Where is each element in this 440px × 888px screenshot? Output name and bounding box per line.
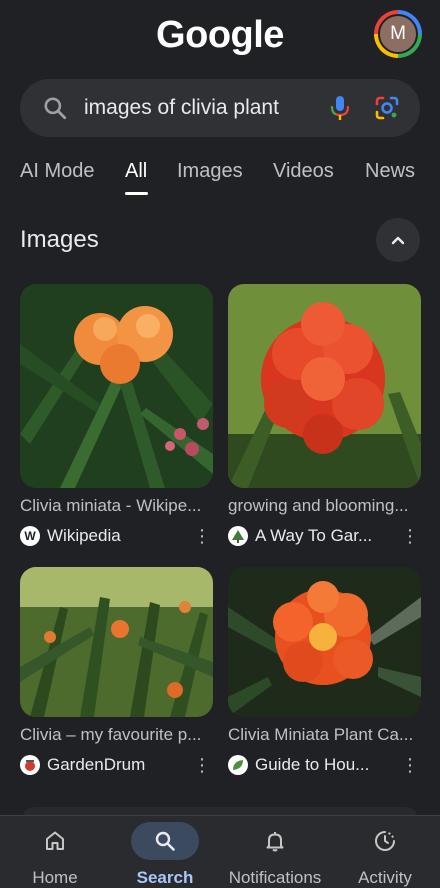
search-input[interactable]: images of clivia plant bbox=[84, 96, 328, 120]
more-options-icon[interactable]: ⋮ bbox=[193, 527, 211, 545]
nav-search[interactable]: Search bbox=[110, 816, 220, 888]
result-source-row: GardenDrum ⋮ bbox=[20, 753, 213, 777]
image-thumbnail[interactable] bbox=[228, 284, 421, 488]
mic-icon[interactable] bbox=[328, 94, 352, 122]
top-bar: Google M bbox=[0, 0, 440, 76]
result-source[interactable]: A Way To Gar... bbox=[255, 526, 401, 546]
nav-label: Activity bbox=[358, 868, 412, 887]
nav-home[interactable]: Home bbox=[0, 816, 110, 888]
result-source[interactable]: GardenDrum bbox=[47, 755, 193, 775]
activity-icon bbox=[375, 831, 395, 851]
tree-favicon-icon bbox=[228, 526, 248, 546]
nav-notifications[interactable]: Notifications bbox=[220, 816, 330, 888]
bell-icon bbox=[266, 832, 284, 852]
collapse-section-button[interactable] bbox=[376, 218, 420, 262]
gardendrum-favicon-icon bbox=[20, 755, 40, 775]
bottom-navigation: Home Search Notifications Activity bbox=[0, 815, 440, 888]
tab-news[interactable]: News bbox=[365, 160, 415, 183]
image-thumbnail[interactable] bbox=[20, 567, 213, 717]
google-lens-icon[interactable] bbox=[374, 95, 400, 121]
result-caption[interactable]: growing and blooming... bbox=[228, 496, 416, 516]
search-tabs: AI Mode All Images Videos News bbox=[0, 156, 440, 200]
more-options-icon[interactable]: ⋮ bbox=[401, 756, 419, 774]
active-tab-indicator bbox=[125, 192, 148, 195]
account-button[interactable]: M bbox=[374, 10, 422, 58]
result-caption[interactable]: Clivia – my favourite p... bbox=[20, 725, 208, 745]
tab-images[interactable]: Images bbox=[177, 160, 243, 183]
result-source-row: A Way To Gar... ⋮ bbox=[228, 524, 421, 548]
result-source[interactable]: Wikipedia bbox=[47, 526, 193, 546]
result-source[interactable]: Guide to Hou... bbox=[255, 755, 401, 775]
image-thumbnail[interactable] bbox=[228, 567, 421, 717]
home-icon bbox=[46, 831, 64, 850]
leaf-favicon-icon bbox=[228, 755, 248, 775]
nav-label: Home bbox=[32, 868, 78, 887]
nav-activity[interactable]: Activity bbox=[330, 816, 440, 888]
result-source-row: W Wikipedia ⋮ bbox=[20, 524, 213, 548]
tab-all[interactable]: All bbox=[125, 160, 147, 183]
image-result[interactable]: growing and blooming... A Way To Gar... … bbox=[228, 284, 421, 548]
images-section-title: Images bbox=[20, 226, 99, 253]
avatar: M bbox=[378, 14, 418, 54]
more-options-icon[interactable]: ⋮ bbox=[193, 756, 211, 774]
image-result[interactable]: Clivia Miniata Plant Ca... Guide to Hou.… bbox=[228, 567, 421, 777]
nav-label: Search bbox=[136, 868, 194, 887]
image-thumbnail[interactable] bbox=[20, 284, 213, 488]
search-bar[interactable]: images of clivia plant bbox=[20, 79, 420, 137]
image-result[interactable]: Clivia – my favourite p... GardenDrum ⋮ bbox=[20, 567, 213, 777]
nav-label: Notifications bbox=[228, 868, 322, 887]
search-icon bbox=[44, 97, 67, 120]
result-caption[interactable]: Clivia Miniata Plant Ca... bbox=[228, 725, 416, 745]
search-icon bbox=[155, 831, 175, 851]
wikipedia-favicon-icon: W bbox=[20, 526, 40, 546]
more-options-icon[interactable]: ⋮ bbox=[401, 527, 419, 545]
tab-ai-mode[interactable]: AI Mode bbox=[20, 160, 94, 183]
tab-videos[interactable]: Videos bbox=[273, 160, 334, 183]
result-caption[interactable]: Clivia miniata - Wikipe... bbox=[20, 496, 208, 516]
result-source-row: Guide to Hou... ⋮ bbox=[228, 753, 421, 777]
chevron-up-icon bbox=[391, 236, 405, 245]
image-result[interactable]: Clivia miniata - Wikipe... W Wikipedia ⋮ bbox=[20, 284, 213, 548]
